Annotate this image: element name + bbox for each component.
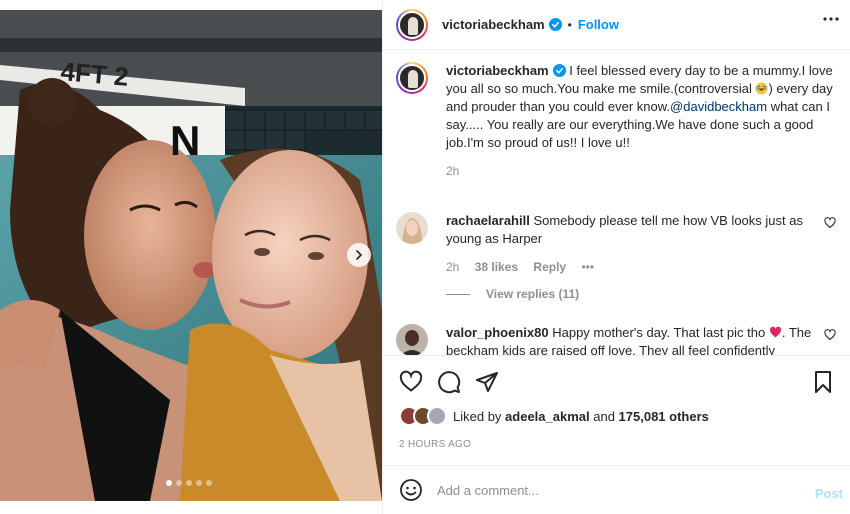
laughing-emoji-icon bbox=[755, 82, 769, 95]
likes-middle: and bbox=[589, 408, 619, 424]
likes-prefix: Liked by bbox=[453, 408, 506, 424]
commenter-username[interactable]: valor_phoenix80 bbox=[446, 325, 549, 340]
comment-text-part1: Happy mother's day. That last pic tho bbox=[548, 325, 769, 340]
likes-summary: Liked by adeela_akmal and 175,081 others bbox=[399, 406, 709, 426]
liker-avatars bbox=[399, 406, 449, 426]
pool-depth-marking: 4FT 2 bbox=[59, 56, 129, 92]
post-timestamp[interactable]: 2 HOURS AGO bbox=[399, 439, 471, 450]
comment-composer: Post bbox=[383, 465, 850, 514]
view-replies-label: View replies (11) bbox=[486, 287, 580, 301]
caption-username[interactable]: victoriabeckham bbox=[446, 63, 549, 78]
liked-by-user-link[interactable]: adeela_akmal bbox=[505, 409, 590, 424]
author-username[interactable]: victoriabeckham bbox=[442, 17, 545, 32]
comment-meta: 2h 38 likes Reply ••• bbox=[446, 260, 836, 274]
like-comment-heart-icon[interactable] bbox=[824, 217, 836, 229]
author-avatar[interactable] bbox=[396, 8, 428, 41]
chevron-right-icon bbox=[356, 250, 362, 260]
no-diving-fragment: N bbox=[170, 117, 200, 164]
post-caption: victoriabeckham I feel blessed every day… bbox=[396, 62, 836, 178]
post-sidebar: victoriabeckham • Follow victoriabeckham… bbox=[382, 0, 850, 514]
emoji-picker-icon[interactable] bbox=[399, 478, 423, 502]
likes-count-link[interactable]: 175,081 others bbox=[619, 409, 709, 424]
comment-time[interactable]: 2h bbox=[446, 260, 459, 274]
carousel-dot bbox=[196, 480, 202, 486]
caption-meta: 2h bbox=[446, 164, 836, 178]
caption-mention-link[interactable]: @davidbeckham bbox=[670, 99, 767, 114]
view-replies-button[interactable]: View replies (11) bbox=[446, 287, 579, 301]
follow-button[interactable]: Follow bbox=[578, 17, 619, 32]
like-heart-icon[interactable] bbox=[399, 370, 423, 394]
comment-likes[interactable]: 38 likes bbox=[475, 260, 518, 274]
comment-reply-button[interactable]: Reply bbox=[533, 260, 566, 274]
commenter-username[interactable]: rachaelarahill bbox=[446, 213, 530, 228]
carousel-indicator bbox=[166, 480, 212, 486]
instagram-post: 4FT 2 N victoriabeckham • Follow victori… bbox=[0, 0, 850, 514]
commenter-avatar[interactable] bbox=[396, 324, 428, 355]
likes-text: Liked by adeela_akmal and 175,081 others bbox=[453, 409, 709, 424]
more-options-icon[interactable] bbox=[823, 17, 839, 21]
action-bar bbox=[383, 355, 850, 405]
view-replies-line bbox=[446, 293, 470, 295]
comment-item: valor_phoenix80 Happy mother's day. That… bbox=[396, 324, 836, 355]
like-comment-heart-icon[interactable] bbox=[824, 329, 836, 341]
commenter-avatar[interactable] bbox=[396, 212, 428, 244]
comments-list[interactable]: victoriabeckham I feel blessed every day… bbox=[383, 50, 850, 355]
post-photo[interactable]: 4FT 2 N bbox=[0, 10, 382, 501]
share-paper-plane-icon[interactable] bbox=[475, 370, 499, 394]
caption-time[interactable]: 2h bbox=[446, 164, 459, 178]
verified-badge-icon bbox=[552, 64, 566, 77]
save-bookmark-icon[interactable] bbox=[811, 370, 835, 394]
carousel-dot bbox=[186, 480, 192, 486]
pool-selfie-image: 4FT 2 N bbox=[0, 10, 382, 501]
carousel-dot bbox=[206, 480, 212, 486]
post-comment-button[interactable]: Post bbox=[815, 486, 843, 501]
comment-bubble-icon[interactable] bbox=[437, 370, 461, 394]
carousel-dot bbox=[176, 480, 182, 486]
carousel-dot-active bbox=[166, 480, 172, 486]
post-header: victoriabeckham • Follow bbox=[383, 0, 850, 50]
comment-more-options[interactable]: ••• bbox=[581, 260, 594, 274]
comment-input[interactable] bbox=[437, 482, 797, 498]
verified-badge-icon bbox=[548, 18, 562, 31]
comment-item: rachaelarahill Somebody please tell me h… bbox=[396, 212, 836, 274]
carousel-next-button[interactable] bbox=[347, 243, 371, 267]
caption-author-avatar[interactable] bbox=[396, 62, 428, 94]
header-separator: • bbox=[567, 17, 572, 32]
red-heart-emoji-icon bbox=[769, 326, 781, 338]
liker-avatar[interactable] bbox=[427, 406, 447, 426]
